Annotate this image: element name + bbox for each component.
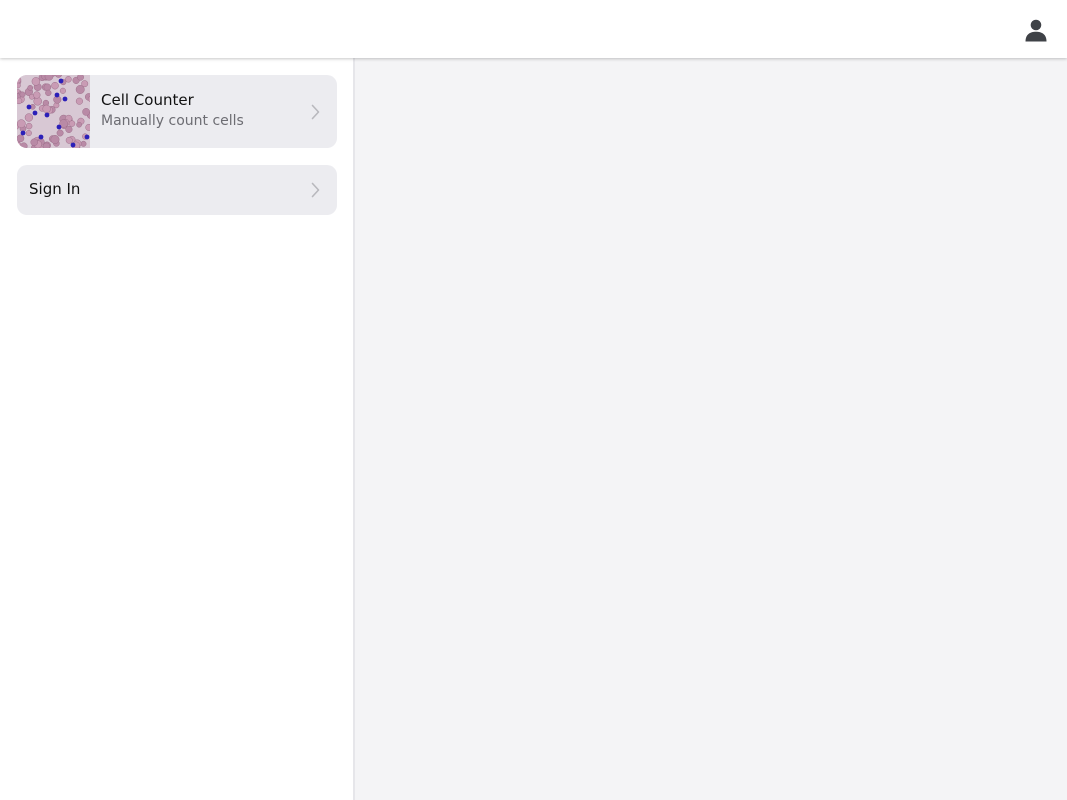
cell-counter-subtitle: Manually count cells [101, 113, 244, 129]
sign-in-label: Sign In [29, 180, 81, 198]
chevron-right-icon [311, 104, 320, 120]
sidebar: Cell Counter Manually count cells Sign I… [0, 58, 355, 800]
top-bar [0, 0, 1067, 58]
user-icon-glyph [1025, 19, 1047, 42]
main-content [355, 58, 1067, 800]
cell-counter-card[interactable]: Cell Counter Manually count cells [17, 75, 337, 148]
cell-counter-title: Cell Counter [101, 91, 194, 109]
user-icon[interactable] [1024, 18, 1048, 42]
sign-in-card[interactable]: Sign In [17, 165, 337, 215]
cell-counter-thumbnail [17, 75, 94, 148]
blood-smear-image [17, 75, 94, 148]
chevron-right-icon [311, 182, 320, 198]
